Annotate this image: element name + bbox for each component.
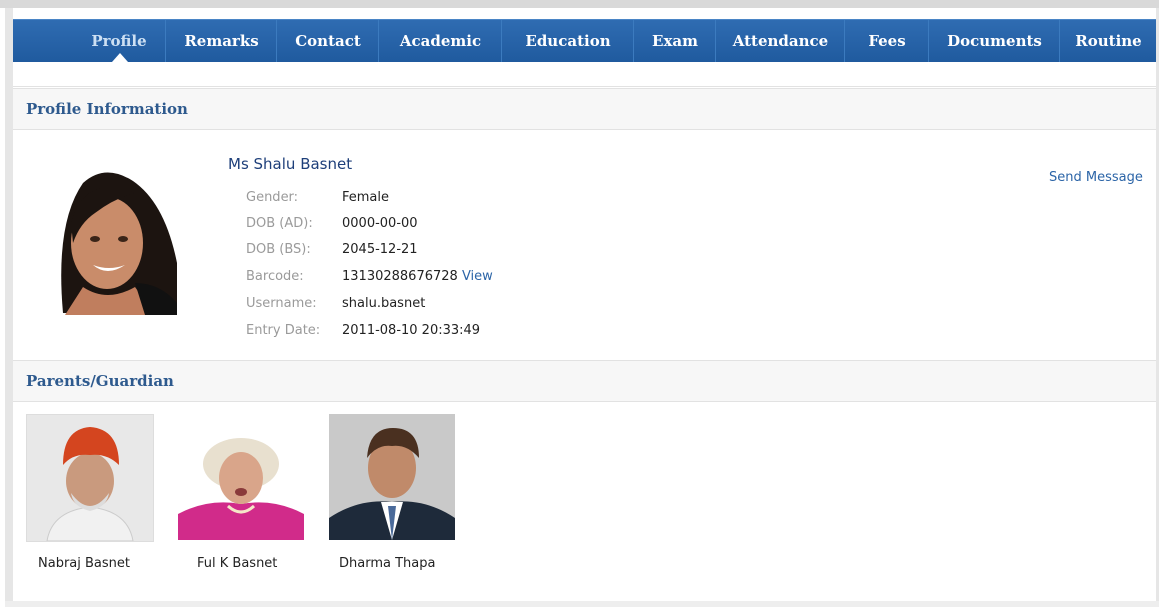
entry-date-label: Entry Date: <box>246 323 321 338</box>
main-nav: Profile Remarks Contact Academic Educati… <box>13 19 1156 63</box>
parent-name: Ful K Basnet <box>197 556 278 571</box>
parent-photo <box>26 414 154 542</box>
profile-section-header: Profile Information <box>13 88 1156 130</box>
username-value: shalu.basnet <box>342 296 426 311</box>
tab-education[interactable]: Education <box>501 20 634 63</box>
barcode-value: 13130288676728 <box>342 269 458 284</box>
barcode-label: Barcode: <box>246 269 304 284</box>
profile-section-title: Profile Information <box>26 100 188 118</box>
gender-value: Female <box>342 190 390 205</box>
username-label: Username: <box>246 296 317 311</box>
barcode-value-wrap: 13130288676728 View <box>342 267 493 287</box>
tab-attendance[interactable]: Attendance <box>715 20 845 63</box>
parent-photo <box>329 414 455 540</box>
dob-ad-label: DOB (AD): <box>246 216 313 231</box>
tab-remarks[interactable]: Remarks <box>165 20 277 63</box>
nav-spacer <box>13 62 1156 87</box>
active-tab-pointer <box>112 53 128 62</box>
entry-date-value: 2011-08-10 20:33:49 <box>342 323 481 338</box>
parent-photo <box>178 414 304 540</box>
window-left-edge <box>5 8 13 607</box>
dob-ad-value: 0000-00-00 <box>342 216 418 231</box>
send-message-link[interactable]: Send Message <box>1049 170 1143 185</box>
barcode-view-link[interactable]: View <box>462 269 493 284</box>
dob-bs-label: DOB (BS): <box>246 242 311 257</box>
tab-documents[interactable]: Documents <box>928 20 1060 63</box>
tab-contact[interactable]: Contact <box>276 20 379 63</box>
parent-name: Nabraj Basnet <box>38 556 130 571</box>
tab-fees[interactable]: Fees <box>844 20 929 63</box>
gender-label: Gender: <box>246 190 299 205</box>
tab-routine[interactable]: Routine <box>1059 20 1157 63</box>
parents-section-title: Parents/Guardian <box>26 372 174 390</box>
student-photo <box>25 163 177 315</box>
student-name: Ms Shalu Basnet <box>228 155 353 173</box>
window-bottom-edge <box>5 601 1159 607</box>
window-top-edge <box>0 0 1159 8</box>
parent-name: Dharma Thapa <box>339 556 436 571</box>
tab-exam[interactable]: Exam <box>633 20 716 63</box>
dob-bs-value: 2045-12-21 <box>342 242 418 257</box>
tab-academic[interactable]: Academic <box>378 20 502 63</box>
parents-section-header: Parents/Guardian <box>13 360 1156 402</box>
